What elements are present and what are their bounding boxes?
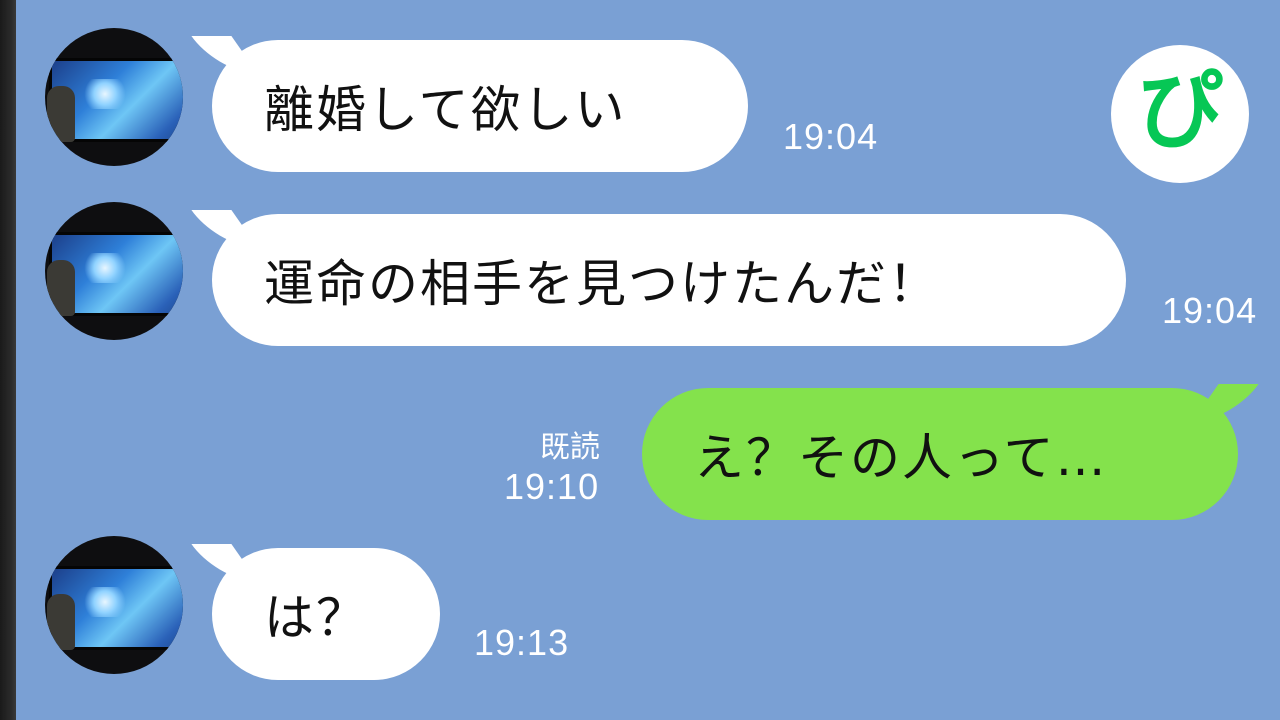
- contact-avatar[interactable]: [45, 202, 183, 340]
- contact-avatar[interactable]: [45, 536, 183, 674]
- message-bubble-outgoing[interactable]: え？その人って…: [642, 388, 1238, 520]
- message-text: 離婚して欲しい: [264, 81, 627, 139]
- read-receipt: 既読: [540, 430, 600, 465]
- message-bubble-incoming[interactable]: 運命の相手を見つけたんだ！: [212, 214, 1126, 346]
- message-time: 19:13: [474, 622, 570, 663]
- message-time: 19:04: [1162, 290, 1258, 331]
- contact-avatar[interactable]: [45, 28, 183, 166]
- channel-logo-icon: ぴ: [1111, 45, 1249, 183]
- message-text: 運命の相手を見つけたんだ！: [264, 255, 940, 313]
- message-text: え？その人って…: [694, 429, 1108, 487]
- device-edge: [0, 0, 16, 720]
- message-time: 19:10: [504, 466, 600, 507]
- message-bubble-incoming[interactable]: は？: [212, 548, 440, 680]
- message-bubble-incoming[interactable]: 離婚して欲しい: [212, 40, 748, 172]
- message-time: 19:04: [783, 116, 879, 157]
- message-text: は？: [264, 589, 368, 647]
- logo-text: ぴ: [1137, 61, 1223, 161]
